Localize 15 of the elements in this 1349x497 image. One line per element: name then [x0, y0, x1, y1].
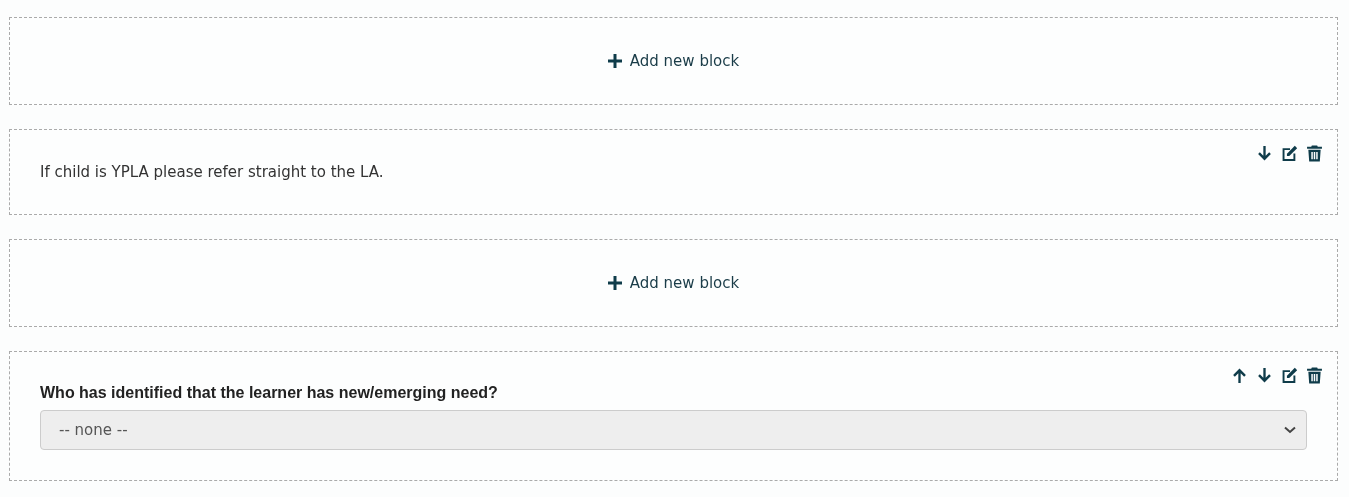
select-field[interactable]: -- none -- [40, 410, 1307, 450]
arrow-up-icon[interactable] [1231, 367, 1248, 384]
trash-icon[interactable] [1306, 145, 1323, 162]
add-block-button[interactable]: Add new block [603, 272, 744, 294]
arrow-down-icon[interactable] [1256, 145, 1273, 162]
plus-icon [607, 276, 622, 290]
arrow-down-icon[interactable] [1256, 367, 1273, 384]
edit-icon[interactable] [1281, 367, 1298, 384]
question-label: Who has identified that the learner has new/emerging need? [40, 384, 499, 402]
add-block-button[interactable]: Add new block [603, 50, 744, 72]
chevron-down-icon [1284, 426, 1296, 434]
block-text: If child is YPLA please refer straight to the LA. [40, 163, 384, 181]
plus-icon [607, 54, 622, 68]
edit-icon[interactable] [1281, 145, 1298, 162]
trash-icon[interactable] [1306, 367, 1323, 384]
